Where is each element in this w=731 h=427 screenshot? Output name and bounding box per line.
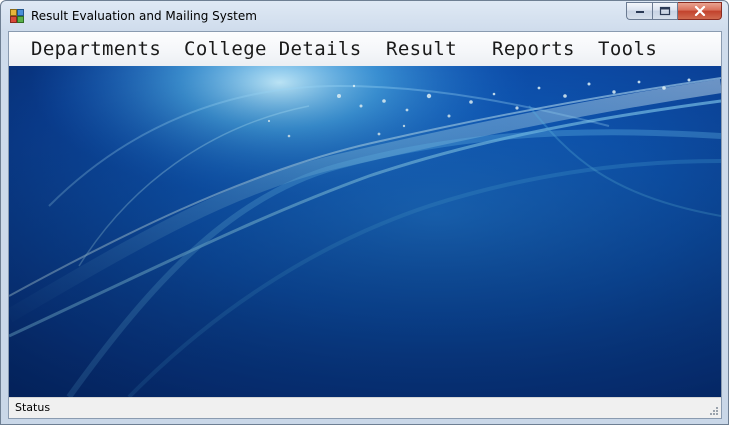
menu-departments[interactable]: Departments <box>31 37 161 61</box>
resize-grip-icon[interactable] <box>708 405 719 416</box>
window-title: Result Evaluation and Mailing System <box>31 9 257 23</box>
maximize-icon <box>659 6 671 16</box>
minimize-icon <box>635 11 644 13</box>
main-client-area: Departments College Details Result Repor… <box>8 31 722 419</box>
app-window-icon <box>10 9 24 23</box>
menu-tools[interactable]: Tools <box>598 37 657 61</box>
menu-reports[interactable]: Reports <box>492 37 575 61</box>
close-button[interactable] <box>678 2 722 20</box>
menu-college-details[interactable]: College Details <box>184 37 362 61</box>
menu-result[interactable]: Result <box>386 37 457 61</box>
menu-bar: Departments College Details Result Repor… <box>9 32 721 66</box>
caption-buttons <box>626 2 722 22</box>
status-label: Status <box>15 401 51 414</box>
maximize-button[interactable] <box>652 2 678 20</box>
minimize-button[interactable] <box>626 2 652 20</box>
close-icon <box>694 6 705 16</box>
blue-light-streaks-image <box>9 66 721 397</box>
title-bar[interactable]: Result Evaluation and Mailing System <box>1 1 728 31</box>
status-bar: Status <box>9 397 721 418</box>
background-image <box>9 66 721 397</box>
app-window: Result Evaluation and Mailing System Dep… <box>0 0 729 425</box>
